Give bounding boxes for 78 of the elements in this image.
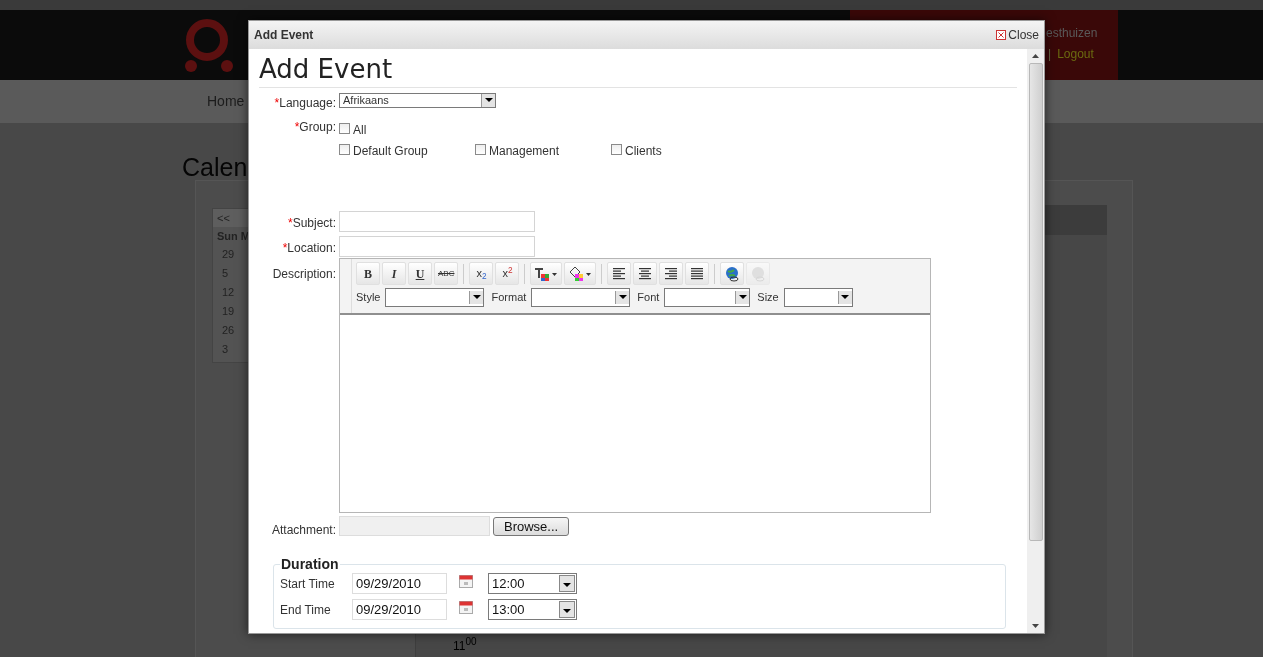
attachment-field[interactable] (339, 516, 490, 536)
field-label: Attachment: (271, 523, 336, 537)
checkbox[interactable] (611, 144, 622, 155)
checkbox[interactable] (475, 144, 486, 155)
toolbar-button[interactable]: x$^{2}$ (495, 262, 520, 285)
toolbar-button[interactable] (659, 262, 684, 285)
dropdown-arrow-icon[interactable] (738, 295, 747, 300)
page-title: Calen (182, 152, 248, 183)
field-label: *Group: (294, 120, 336, 134)
field-label: *Language: (274, 96, 336, 110)
minutes-label: 00 (465, 636, 477, 647)
section-title: Duration (280, 557, 340, 571)
dropdown-label: Format (491, 290, 527, 306)
checkbox-label: Clients (625, 143, 662, 160)
date-field[interactable]: 09/29/2010 (352, 573, 447, 594)
fill-color-icon (568, 265, 593, 282)
dropdown-arrow-icon[interactable] (484, 98, 493, 103)
time-select[interactable]: 12:00 (488, 573, 577, 594)
field-label: End Time (280, 602, 332, 619)
subject-field[interactable] (339, 210, 535, 232)
dropdown-arrow-icon[interactable] (472, 295, 481, 300)
hour-label: 11 (453, 639, 466, 653)
calendar-icon[interactable] (459, 574, 473, 588)
dropdown-arrow-icon[interactable] (563, 583, 571, 588)
scrollbar[interactable] (1027, 49, 1044, 633)
dropdown-label: Size (757, 290, 779, 306)
toolbar-button[interactable] (720, 262, 745, 285)
separator: | (1048, 46, 1052, 63)
checkbox-label: All (353, 122, 367, 139)
user-name: esthuizen (1046, 25, 1098, 42)
toolbar-button[interactable] (685, 262, 710, 285)
globe-link-icon (750, 265, 767, 282)
toolbar-dropdown[interactable] (531, 288, 631, 307)
field-label: *Subject: (287, 216, 336, 230)
close-icon (996, 30, 1007, 40)
date-field[interactable]: 09/29/2010 (352, 599, 447, 620)
text-color-icon (534, 265, 559, 282)
calendar-icon[interactable] (459, 600, 473, 614)
dropdown-arrow-icon[interactable] (563, 609, 571, 614)
checkbox[interactable] (339, 123, 350, 134)
toolbar-button[interactable] (633, 262, 658, 285)
toolbar-button[interactable] (564, 262, 597, 285)
globe-link-icon (724, 265, 741, 282)
checkbox-label: Default Group (353, 143, 428, 160)
dialog-heading: Add Event (259, 53, 394, 85)
justify-icon (689, 265, 706, 282)
align-right-icon (663, 265, 680, 282)
checkbox-label: Management (489, 143, 560, 160)
toolbar-dropdown[interactable] (385, 288, 485, 307)
toolbar-button[interactable]: I (382, 262, 406, 285)
language-select[interactable]: Afrikaans (339, 93, 496, 108)
scroll-down-icon[interactable] (1032, 624, 1039, 628)
align-left-icon (611, 265, 628, 282)
toolbar-button[interactable] (607, 262, 632, 285)
toolbar-button[interactable]: B (356, 262, 380, 285)
toolbar-dropdown[interactable] (664, 288, 751, 307)
toolbar-button[interactable]: ABC (434, 262, 459, 285)
field-label: Description: (272, 267, 336, 281)
dialog-title: Add Event (254, 27, 314, 44)
toolbar-button[interactable]: x$_{2}$ (469, 262, 494, 285)
align-center-icon (637, 265, 654, 282)
location-field[interactable] (339, 235, 535, 257)
toolbar-button[interactable]: U (408, 262, 432, 285)
dropdown-arrow-icon[interactable] (618, 295, 627, 300)
rich-text-editor[interactable]: B I U ABC x$_{2}$ x$^{2}$ Style Format Font Size (339, 258, 931, 513)
scroll-up-icon[interactable] (1032, 54, 1039, 58)
dropdown-label: Style (356, 290, 381, 306)
toolbar-dropdown[interactable] (783, 288, 853, 307)
toolbar-button[interactable] (530, 262, 563, 285)
browse-button[interactable]: Browse... (493, 516, 570, 536)
checkbox[interactable] (339, 144, 350, 155)
close-button[interactable]: Close (996, 26, 1039, 44)
dropdown-arrow-icon[interactable] (841, 295, 850, 300)
scrollbar-thumb[interactable] (1028, 63, 1043, 541)
field-label: *Location: (282, 241, 336, 255)
field-label: Start Time (280, 576, 336, 593)
dropdown-label: Font (637, 290, 660, 306)
time-select[interactable]: 13:00 (488, 599, 577, 620)
